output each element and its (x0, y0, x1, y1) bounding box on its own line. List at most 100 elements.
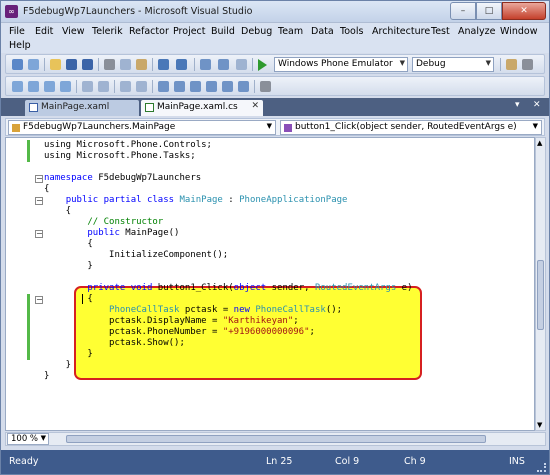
chevron-down-icon: ▼ (485, 59, 491, 67)
vertical-scroll-thumb[interactable] (537, 260, 544, 330)
menu-project[interactable]: Project (173, 26, 206, 37)
types-dropdown[interactable]: F5debugWp7Launchers.MainPage ▼ (8, 120, 276, 135)
code-token: RoutedEventArgs (314, 283, 397, 293)
tab-mainpage-xaml[interactable]: MainPage.xaml (25, 100, 139, 116)
outline-collapse-toggle[interactable]: − (35, 296, 43, 304)
scroll-down-icon[interactable]: ▼ (537, 421, 542, 429)
outline-collapse-toggle[interactable]: − (35, 197, 43, 205)
open-file-icon[interactable] (50, 59, 61, 70)
tab-mainpage-xaml-cs[interactable]: MainPage.xaml.cs ✕ (141, 100, 263, 116)
paste-icon[interactable] (136, 59, 147, 70)
zoom-dropdown[interactable]: 100 % ▼ (7, 433, 49, 445)
types-dropdown-value: F5debugWp7Launchers.MainPage (23, 122, 176, 132)
find-in-files-icon[interactable] (506, 59, 517, 70)
menu-architecture[interactable]: Architecture (372, 26, 430, 37)
menu-refactor[interactable]: Refactor (129, 26, 169, 37)
copy-icon[interactable] (120, 59, 131, 70)
code-token: { (44, 206, 72, 216)
menu-analyze[interactable]: Analyze (458, 26, 495, 37)
add-item-icon[interactable] (28, 59, 39, 70)
menu-edit[interactable]: Edit (35, 26, 53, 37)
close-document-icon[interactable]: ✕ (533, 100, 541, 110)
quick-info-icon[interactable] (44, 81, 55, 92)
toolbar-separator (252, 58, 253, 71)
scroll-up-icon[interactable]: ▲ (537, 139, 542, 147)
title-bar[interactable]: ∞ F5debugWp7Launchers - Microsoft Visual… (1, 1, 549, 23)
vertical-scrollbar[interactable]: ▲ ▼ (535, 137, 546, 431)
code-token: // Constructor (44, 217, 164, 227)
menu-test[interactable]: Test (431, 26, 450, 37)
undo-icon[interactable] (158, 59, 169, 70)
close-button[interactable]: ✕ (502, 2, 546, 20)
text-caret (82, 294, 83, 304)
next-bookmark-icon[interactable] (190, 81, 201, 92)
code-line: // Constructor (44, 217, 413, 228)
horizontal-scrollbar[interactable]: 100 % ▼ (5, 432, 546, 446)
maximize-button[interactable]: □ (476, 2, 502, 20)
clear-bookmarks-icon[interactable] (238, 81, 249, 92)
solution-configurations-icon[interactable] (236, 59, 247, 70)
minimize-button[interactable]: – (450, 2, 476, 20)
code-token: "Karthikeyan" (222, 316, 294, 326)
decrease-indent-icon[interactable] (82, 81, 93, 92)
menu-telerik[interactable]: Telerik (92, 26, 123, 37)
menu-bar: File Edit View Telerik Refactor Project … (1, 23, 549, 53)
window-controls: – □ ✕ (450, 2, 546, 20)
resize-grip-icon[interactable] (537, 463, 546, 472)
cut-icon[interactable] (104, 59, 115, 70)
show-object-members-icon[interactable] (12, 81, 23, 92)
menu-team[interactable]: Team (278, 26, 303, 37)
complete-word-icon[interactable] (60, 81, 71, 92)
menu-tools[interactable]: Tools (340, 26, 363, 37)
close-icon[interactable]: ✕ (251, 101, 259, 111)
chevron-down-icon: ▼ (266, 122, 272, 130)
code-editor[interactable]: − − − − using Microsoft.Phone.Controls; u… (5, 137, 535, 431)
code-line: { (44, 294, 413, 305)
new-project-icon[interactable] (12, 59, 23, 70)
code-token: { (44, 184, 50, 194)
configuration-dropdown[interactable]: Debug ▼ (412, 57, 494, 72)
navigate-backward-icon[interactable] (200, 59, 211, 70)
code-token: } (44, 261, 93, 271)
start-debugging-icon[interactable] (258, 59, 267, 71)
code-line: } (44, 371, 413, 382)
code-token: pctask.PhoneNumber = (44, 327, 223, 337)
save-all-icon[interactable] (82, 59, 93, 70)
previous-bookmark-icon[interactable] (174, 81, 185, 92)
previous-bookmark-in-folder-icon[interactable] (206, 81, 217, 92)
active-files-dropdown-icon[interactable]: ▾ (515, 100, 520, 110)
menu-debug[interactable]: Debug (241, 26, 272, 37)
toolbar-options-icon[interactable] (522, 59, 533, 70)
menu-data[interactable]: Data (311, 26, 334, 37)
outline-collapse-toggle[interactable]: − (35, 230, 43, 238)
menu-help[interactable]: Help (9, 40, 31, 51)
menu-build[interactable]: Build (211, 26, 235, 37)
save-icon[interactable] (66, 59, 77, 70)
code-token: { (44, 239, 93, 249)
members-dropdown-value: button1_Click(object sender, RoutedEvent… (295, 122, 517, 132)
menu-file[interactable]: File (9, 26, 25, 37)
parameter-info-icon[interactable] (28, 81, 39, 92)
navigate-forward-icon[interactable] (218, 59, 229, 70)
code-token: : (222, 195, 240, 205)
toolbar-options-icon[interactable] (260, 81, 271, 92)
menu-view[interactable]: View (62, 26, 85, 37)
next-bookmark-in-folder-icon[interactable] (222, 81, 233, 92)
toolbar-separator (152, 58, 153, 71)
members-dropdown[interactable]: button1_Click(object sender, RoutedEvent… (280, 120, 542, 135)
deployment-target-dropdown[interactable]: Windows Phone Emulator ▼ (274, 57, 408, 72)
redo-icon[interactable] (176, 59, 187, 70)
outline-collapse-toggle[interactable]: − (35, 175, 43, 183)
increase-indent-icon[interactable] (98, 81, 109, 92)
code-line: using Microsoft.Phone.Tasks; (44, 151, 413, 162)
uncomment-lines-icon[interactable] (136, 81, 147, 92)
bookmark-toggle-icon[interactable] (158, 81, 169, 92)
horizontal-scroll-thumb[interactable] (66, 435, 486, 443)
menu-window[interactable]: Window (500, 26, 537, 37)
code-token: sender, (266, 283, 315, 293)
comment-lines-icon[interactable] (120, 81, 131, 92)
